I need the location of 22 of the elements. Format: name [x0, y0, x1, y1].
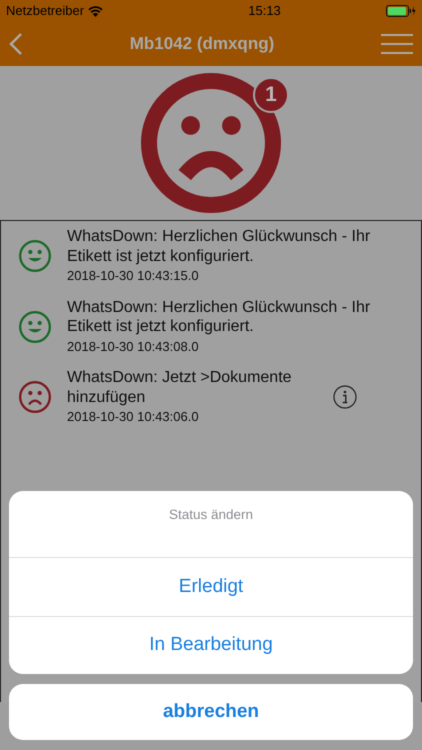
message-time: 2018-10-30 10:43:15.0 [67, 267, 200, 286]
clock-time: 15:13 [248, 2, 281, 20]
message-time: 2018-10-30 10:43:06.0 [67, 408, 200, 426]
back-icon[interactable] [8, 32, 24, 56]
action-button[interactable]: In Bearbeitung [9, 616, 413, 674]
sheet-title: Status ändern [168, 507, 254, 522]
carrier-name: Netzbetreiber [6, 2, 84, 20]
message-time: 2018-10-30 10:43:08.0 [67, 338, 200, 356]
wifi-icon [88, 6, 104, 16]
count-badge: 1 [253, 77, 289, 113]
message-text: WhatsDown: Herzlichen Glückwunsch - Ihr Etikett ist jetzt konfiguriert. [67, 227, 372, 266]
screen-title: Mb1042 (dmxqng) [130, 33, 274, 56]
happy-face-icon [19, 240, 51, 272]
happy-face-icon [19, 310, 51, 343]
message-text: WhatsDown: Jetzt >Dokumente hinzufügen [67, 368, 293, 408]
cancel-button[interactable]: abbrechen [9, 684, 413, 740]
menu-icon[interactable] [380, 33, 414, 55]
message-text: WhatsDown: Herzlichen Glückwunsch - Ihr Etikett ist jetzt konfiguriert. [67, 298, 372, 337]
sad-face-icon [141, 73, 281, 213]
sad-face-icon [19, 381, 51, 414]
battery-icon [386, 5, 416, 17]
info-icon[interactable] [333, 385, 357, 410]
